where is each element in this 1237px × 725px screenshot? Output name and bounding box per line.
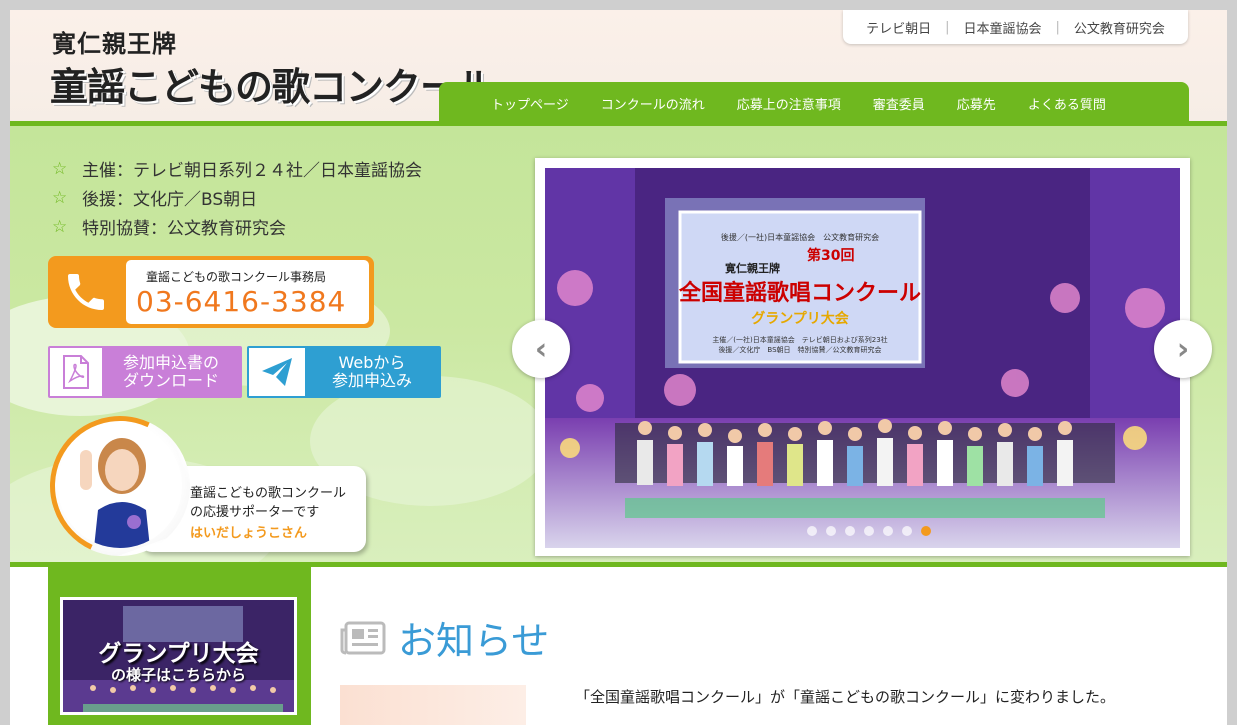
image-slider: 後援／(一社)日本童謡協会 公文教育研究会 寛仁親王牌 第30回 全国童謡歌唱コ…	[512, 158, 1212, 556]
sponsor-line: ☆ 特別協賛：公文教育研究会	[52, 212, 422, 241]
logo-title[interactable]: 童謡こどもの歌コンクール	[50, 56, 495, 111]
star-icon: ☆	[52, 216, 68, 237]
slider-dots	[807, 526, 931, 536]
banner-text: グランプリ大会	[751, 310, 850, 327]
supporter-banner[interactable]: 童謡こどもの歌コンクール の応援サポーターです はいだしょうこさん	[30, 396, 368, 562]
news-thumbnail[interactable]	[340, 685, 526, 725]
slide-image[interactable]: 後援／(一社)日本童謡協会 公文教育研究会 寛仁親王牌 第30回 全国童謡歌唱コ…	[545, 168, 1180, 548]
separator: |	[945, 19, 950, 35]
news-item[interactable]: 「全国童謡歌唱コンクール」が「童謡こどもの歌コンクール」に変わりました。	[575, 686, 1115, 707]
separator: |	[1055, 19, 1060, 35]
phone-number[interactable]: 03-6416-3384	[136, 285, 346, 318]
sponsor-special: 特別協賛：公文教育研究会	[82, 219, 286, 239]
grandprix-title: グランプリ大会	[98, 641, 259, 667]
nav-judges[interactable]: 審査委員	[873, 94, 925, 113]
office-name: 童謡こどもの歌コンクール事務局	[146, 270, 327, 284]
nav-entry[interactable]: 応募先	[957, 94, 996, 113]
nav-top-page[interactable]: トップページ	[491, 94, 569, 113]
logo-subtitle[interactable]: 寛仁親王牌	[52, 24, 177, 59]
top-link-douyou-kyokai[interactable]: 日本童謡協会	[963, 18, 1041, 37]
banner-text: 後援／文化庁 BS朝日 特別協賛／公文教育研究会	[718, 345, 881, 354]
nav-notes[interactable]: 応募上の注意事項	[737, 94, 841, 113]
hero-band: ☆ 主催：テレビ朝日系列２４社／日本童謡協会 ☆ 後援：文化庁／BS朝日 ☆ 特…	[10, 121, 1227, 567]
phone-contact-box[interactable]: 童謡こどもの歌コンクール事務局 03-6416-3384	[48, 256, 374, 328]
paper-plane-icon	[249, 348, 305, 396]
chevron-right-icon: ›	[1176, 331, 1190, 367]
top-links: テレビ朝日 | 日本童謡協会 | 公文教育研究会	[843, 10, 1188, 44]
supporter-text: 童謡こどもの歌コンクール	[190, 486, 347, 501]
news-title: お知らせ	[398, 619, 550, 663]
slider-dot[interactable]	[826, 526, 836, 536]
news-header: お知らせ	[340, 610, 549, 665]
sponsor-list: ☆ 主催：テレビ朝日系列２４社／日本童謡協会 ☆ 後援：文化庁／BS朝日 ☆ 特…	[52, 154, 422, 241]
slider-dot[interactable]	[845, 526, 855, 536]
supporter-photo	[58, 424, 182, 548]
newspaper-icon	[340, 620, 386, 656]
grandprix-banner[interactable]: グランプリ大会 の様子はこちらから	[60, 597, 297, 715]
sponsor-support: 後援：文化庁／BS朝日	[82, 190, 258, 210]
slider-dot[interactable]	[883, 526, 893, 536]
sidebar: グランプリ大会 の様子はこちらから	[48, 567, 311, 725]
slider-dot-active[interactable]	[921, 526, 931, 536]
top-link-tv-asahi[interactable]: テレビ朝日	[866, 18, 931, 37]
star-icon: ☆	[52, 158, 68, 179]
sponsor-line: ☆ 主催：テレビ朝日系列２４社／日本童謡協会	[52, 154, 422, 183]
grandprix-subtitle: の様子はこちらから	[110, 666, 246, 684]
sponsor-organizer: 主催：テレビ朝日系列２４社／日本童謡協会	[82, 161, 422, 181]
supporter-name: はいだしょうこさん	[190, 526, 308, 541]
phone-icon	[58, 266, 114, 318]
slider-dot[interactable]	[807, 526, 817, 536]
site-header: 寛仁親王牌 童謡こどもの歌コンクール テレビ朝日 | 日本童謡協会 | 公文教育…	[10, 10, 1227, 124]
banner-text: 全国童謡歌唱コンクール	[678, 280, 921, 306]
download-button-label: 参加申込書の ダウンロード	[102, 348, 240, 396]
download-form-button[interactable]: 参加申込書の ダウンロード	[48, 346, 242, 398]
banner-text: 第30回	[807, 247, 854, 264]
slider-dot[interactable]	[864, 526, 874, 536]
nav-faq[interactable]: よくある質問	[1028, 94, 1106, 113]
star-icon: ☆	[52, 187, 68, 208]
slider-next-button[interactable]: ›	[1154, 320, 1212, 378]
slider-prev-button[interactable]: ‹	[512, 320, 570, 378]
phone-info: 童謡こどもの歌コンクール事務局 03-6416-3384	[126, 260, 369, 324]
slider-dot[interactable]	[902, 526, 912, 536]
top-link-kumon[interactable]: 公文教育研究会	[1074, 18, 1165, 37]
supporter-text: の応援サポーターです	[190, 505, 320, 520]
web-entry-button[interactable]: Webから 参加申込み	[247, 346, 441, 398]
main-nav: トップページ コンクールの流れ 応募上の注意事項 審査委員 応募先 よくある質問	[439, 82, 1189, 124]
nav-flow[interactable]: コンクールの流れ	[601, 94, 705, 113]
page-frame: 寛仁親王牌 童謡こどもの歌コンクール テレビ朝日 | 日本童謡協会 | 公文教育…	[10, 10, 1227, 725]
banner-text: 主催／(一社)日本童謡協会 テレビ朝日および系列23社	[712, 335, 887, 344]
web-button-label: Webから 参加申込み	[305, 348, 439, 396]
banner-text: 後援／(一社)日本童謡協会 公文教育研究会	[721, 232, 879, 242]
banner-text: 寛仁親王牌	[725, 261, 780, 275]
pdf-icon	[50, 348, 102, 396]
chevron-left-icon: ‹	[534, 331, 548, 367]
sponsor-line: ☆ 後援：文化庁／BS朝日	[52, 183, 422, 212]
